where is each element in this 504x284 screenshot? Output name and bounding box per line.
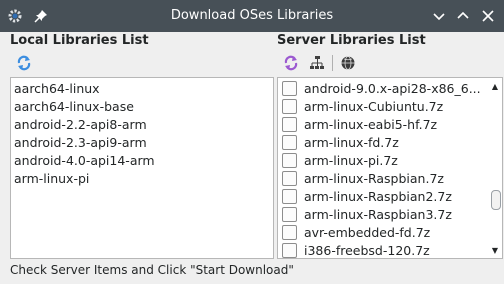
item-checkbox[interactable] <box>282 189 297 204</box>
close-icon[interactable] <box>479 7 497 25</box>
toolbar-separator <box>332 55 333 71</box>
item-checkbox[interactable] <box>282 117 297 132</box>
server-toolbar <box>277 52 501 74</box>
local-list-item[interactable]: arm-linux-pi <box>14 170 89 188</box>
chevron-up-icon[interactable] <box>454 7 472 25</box>
server-list-item[interactable]: arm-linux-Raspbian2.7z <box>282 188 482 206</box>
item-checkbox[interactable] <box>282 153 297 168</box>
refresh-server-icon[interactable] <box>281 53 301 73</box>
server-item-label: avr-embedded-fd.7z <box>304 225 431 240</box>
refresh-local-icon[interactable] <box>14 53 34 73</box>
scroll-up-icon[interactable]: ▲ <box>490 81 500 91</box>
network-tree-icon[interactable] <box>307 53 327 73</box>
chevron-down-icon[interactable] <box>430 7 448 25</box>
server-item-label: i386-freebsd-120.7z <box>304 243 430 258</box>
server-list-item[interactable]: arm-linux-fd.7z <box>282 134 482 152</box>
window-title: Download OSes Libraries <box>170 8 334 23</box>
server-item-label: arm-linux-Raspbian.7z <box>304 171 444 186</box>
item-checkbox[interactable] <box>282 135 297 150</box>
local-list-item[interactable]: android-2.3-api9-arm <box>14 134 147 152</box>
server-item-label: arm-linux-Raspbian2.7z <box>304 189 452 204</box>
server-list-item[interactable]: arm-linux-Cubiuntu.7z <box>282 98 482 116</box>
server-item-label: arm-linux-Cubiuntu.7z <box>304 99 444 114</box>
local-libraries-list[interactable]: aarch64-linux aarch64-linux-base android-2… <box>10 77 274 259</box>
item-checkbox[interactable] <box>282 207 297 222</box>
local-list-item[interactable]: aarch64-linux <box>14 80 100 98</box>
vertical-scrollbar[interactable]: ▲ ▼ <box>488 78 502 258</box>
globe-icon[interactable] <box>338 53 358 73</box>
item-checkbox[interactable] <box>282 81 297 96</box>
server-list-item[interactable]: arm-linux-Raspbian.7z <box>282 170 482 188</box>
scroll-handle[interactable] <box>491 190 501 210</box>
local-list-item[interactable]: android-2.2-api8-arm <box>14 116 147 134</box>
item-checkbox[interactable] <box>282 225 297 240</box>
item-checkbox[interactable] <box>282 171 297 186</box>
local-list-item[interactable]: android-4.0-api14-arm <box>14 152 155 170</box>
server-libraries-list[interactable]: android-9.0.x-api28-x86_6... arm-linux-Cu… <box>277 77 503 259</box>
server-item-label: android-9.0.x-api28-x86_6... <box>304 81 481 96</box>
server-list-item[interactable]: arm-linux-pi.7z <box>282 152 482 170</box>
server-list-item[interactable]: i386-freebsd-120.7z <box>282 242 482 258</box>
server-list-item[interactable]: android-9.0.x-api28-x86_6... <box>282 80 482 98</box>
server-item-label: arm-linux-pi.7z <box>304 153 398 168</box>
status-message: Check Server Items and Click "Start Down… <box>10 263 294 277</box>
server-item-label: arm-linux-fd.7z <box>304 135 399 150</box>
server-list-title: Server Libraries List <box>277 33 426 48</box>
item-checkbox[interactable] <box>282 99 297 114</box>
local-list-title: Local Libraries List <box>10 33 149 48</box>
local-list-item[interactable]: aarch64-linux-base <box>14 98 134 116</box>
server-list-item[interactable]: avr-embedded-fd.7z <box>282 224 482 242</box>
local-toolbar <box>10 52 272 74</box>
server-list-item[interactable]: arm-linux-eabi5-hf.7z <box>282 116 482 134</box>
item-checkbox[interactable] <box>282 243 297 258</box>
server-item-label: arm-linux-eabi5-hf.7z <box>304 117 438 132</box>
server-item-label: arm-linux-Raspbian3.7z <box>304 207 452 222</box>
title-bar: Download OSes Libraries <box>0 0 504 32</box>
server-list-item[interactable]: arm-linux-Raspbian3.7z <box>282 206 482 224</box>
scroll-down-icon[interactable]: ▼ <box>490 245 500 255</box>
